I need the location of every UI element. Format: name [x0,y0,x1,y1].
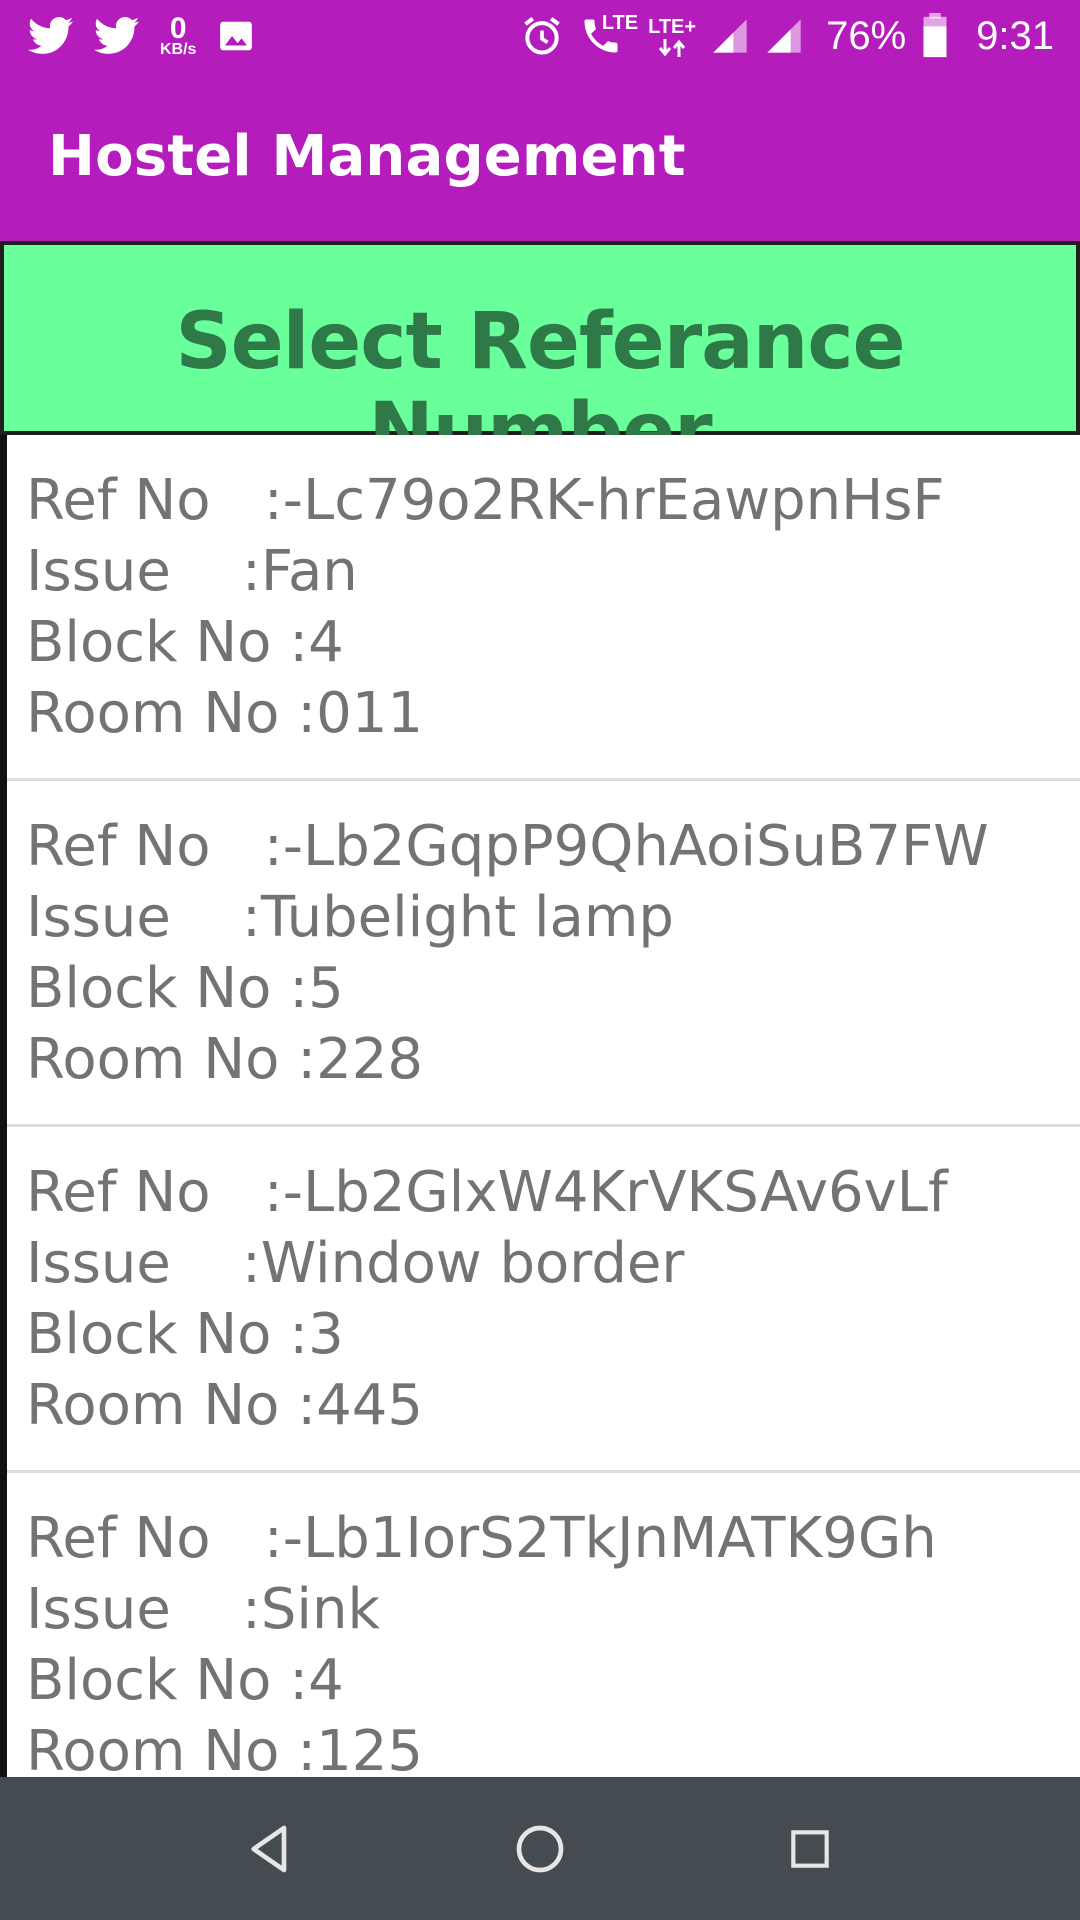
twitter-icon [94,16,140,56]
select-reference-header: Select Referance Number [0,241,1080,477]
list-item[interactable]: Ref No :-Lb1IorS2TkJnMATK9Gh Issue :Sink… [7,1473,1080,1777]
ref-no-text: Ref No :-Lc79o2RK-hrEawpnHsF [26,468,945,533]
issue-text: Issue :Window border [26,1231,685,1296]
ref-no-text: Ref No :-Lb2GlxW4KrVKSAv6vLf [26,1160,948,1225]
clock: 9:31 [976,13,1054,58]
battery-icon [920,13,950,59]
room-no-text: Room No :125 [26,1719,423,1777]
app-bar: Hostel Management [0,72,1080,242]
recents-button[interactable] [774,1813,846,1885]
list-item[interactable]: Ref No :-Lc79o2RK-hrEawpnHsF Issue :Fan … [7,435,1080,781]
lte-plus-icon: LTE+ [648,16,696,57]
battery-percent: 76% [826,13,907,58]
navigation-bar [0,1777,1080,1920]
image-icon [216,17,256,55]
home-icon [516,1825,564,1873]
data-speed-unit: KB/s [160,41,197,58]
list-item[interactable]: Ref No :-Lb2GqpP9QhAoiSuB7FW Issue :Tube… [7,781,1080,1127]
reference-list[interactable]: Ref No :-Lc79o2RK-hrEawpnHsF Issue :Fan … [0,435,1080,1777]
signal-icon [764,16,804,56]
list-item[interactable]: Ref No :-Lb2GlxW4KrVKSAv6vLf Issue :Wind… [7,1127,1080,1473]
data-speed-value: 0 [169,12,187,45]
back-icon [251,1825,287,1873]
room-no-text: Room No :011 [26,681,423,746]
lte-plus-label: LTE+ [648,15,697,38]
block-no-text: Block No :4 [26,1648,344,1713]
ref-no-text: Ref No :-Lb1IorS2TkJnMATK9Gh [26,1506,937,1571]
room-no-text: Room No :228 [26,1027,423,1092]
app-title: Hostel Management [48,124,686,189]
issue-text: Issue :Fan [26,539,358,604]
alarm-icon [520,14,564,58]
data-speed-indicator: 0 KB/s [160,14,196,58]
home-button[interactable] [504,1813,576,1885]
status-right-icons: LTE LTE+ 76% 9:31 [520,10,1054,62]
status-bar: 0 KB/s LTE LTE+ 76% 9:31 [0,0,1080,72]
recents-icon [791,1830,829,1868]
volte-call-icon: LTE [578,12,638,58]
signal-icon [710,16,750,56]
back-button[interactable] [234,1813,306,1885]
lte-label: LTE [601,12,639,34]
block-no-text: Block No :4 [26,610,344,675]
issue-text: Issue :Sink [26,1577,380,1642]
issue-text: Issue :Tubelight lamp [26,885,674,950]
status-left-icons: 0 KB/s [28,10,256,62]
room-no-text: Room No :445 [26,1373,423,1438]
twitter-icon [28,16,74,56]
block-no-text: Block No :3 [26,1302,344,1367]
ref-no-text: Ref No :-Lb2GqpP9QhAoiSuB7FW [26,814,989,879]
block-no-text: Block No :5 [26,956,344,1021]
